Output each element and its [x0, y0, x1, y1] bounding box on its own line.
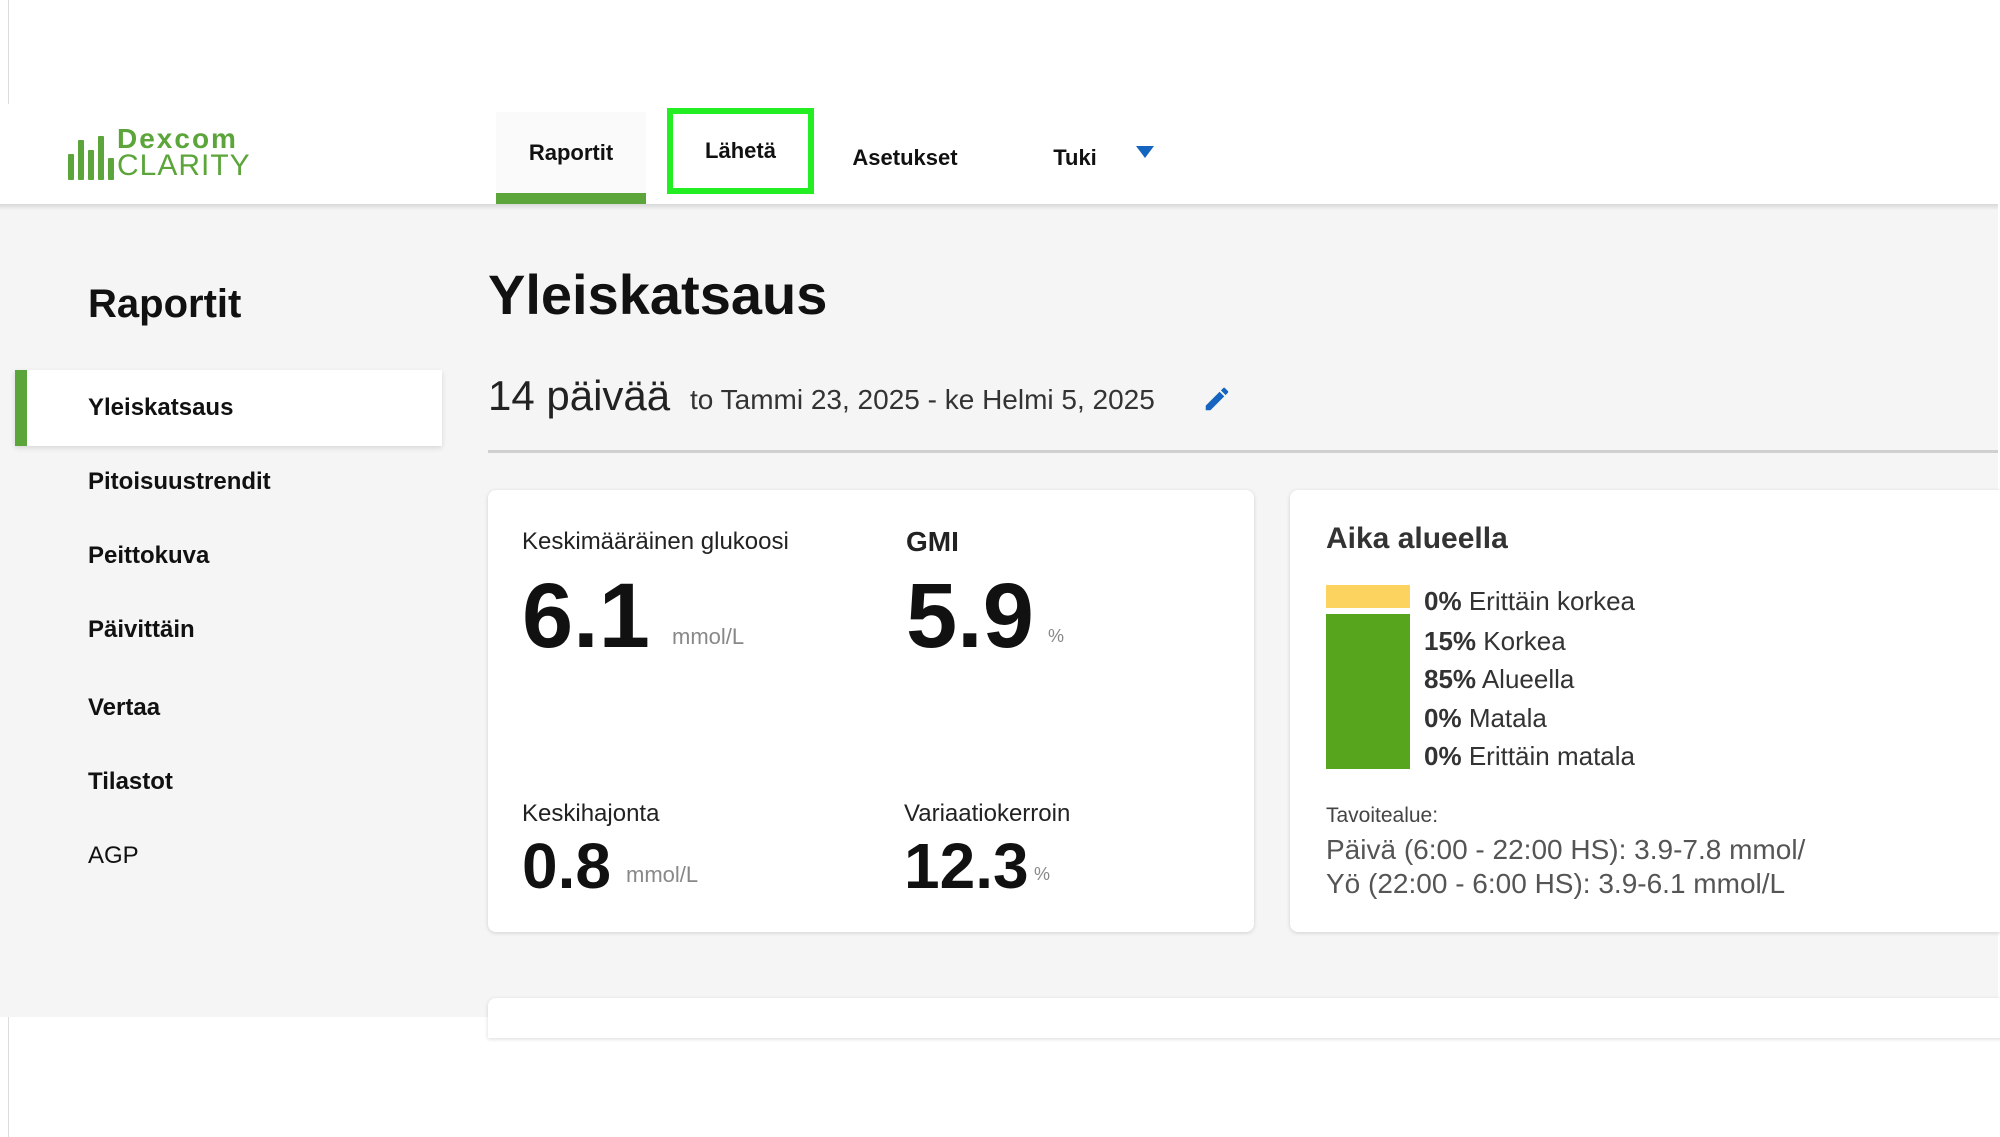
sidebar-item-overlay[interactable]: Peittokuva	[88, 542, 209, 570]
sidebar-item-daily[interactable]: Päivittäin	[88, 616, 195, 644]
tir-percent: 0%	[1424, 741, 1462, 771]
tab-settings[interactable]: Asetukset	[840, 112, 970, 204]
cv-value: 12.3	[904, 830, 1029, 902]
sidebar-title: Raportit	[88, 282, 242, 326]
tab-send[interactable]: Lähetä	[667, 108, 814, 194]
tir-percent: 15%	[1424, 626, 1477, 656]
cv-unit: %	[1034, 864, 1051, 884]
tir-row-very-high: 0% Erittäin korkea	[1424, 586, 1635, 617]
time-in-range-title: Aika alueella	[1326, 522, 1508, 555]
tab-reports[interactable]: Raportit	[496, 112, 646, 204]
cv-label: Variaatiokerroin	[904, 800, 1071, 827]
time-in-range-card: Aika alueella 0% Erittäin korkea 15% Kor…	[1290, 490, 2000, 932]
logo-text-clarity: CLARITY	[117, 149, 251, 182]
divider	[488, 450, 1998, 453]
period-days: 14 päivää	[488, 372, 671, 419]
sidebar-item-trends[interactable]: Pitoisuustrendit	[88, 468, 271, 496]
std-deviation-value: 0.8	[522, 830, 611, 902]
avg-glucose-unit: mmol/L	[672, 624, 745, 649]
std-deviation-label: Keskihajonta	[522, 800, 660, 827]
tir-label: Erittäin matala	[1468, 741, 1635, 771]
next-report-card	[488, 998, 2000, 1038]
sidebar-item-statistics[interactable]: Tilastot	[88, 768, 173, 796]
tir-row-high: 15% Korkea	[1424, 626, 1566, 657]
dexcom-clarity-logo[interactable]: Dexcom CLARITY	[68, 124, 251, 182]
tir-bar-high-segment	[1326, 585, 1410, 608]
gmi-value: 5.9	[906, 565, 1034, 667]
tir-label: Korkea	[1483, 626, 1566, 656]
sidebar-item-agp[interactable]: AGP	[88, 842, 139, 870]
logo-bar	[108, 158, 114, 180]
gmi-unit: %	[1048, 626, 1065, 646]
tir-bar-in-range-segment	[1326, 614, 1410, 769]
tir-percent: 0%	[1424, 586, 1462, 616]
page-title: Yleiskatsaus	[488, 263, 828, 326]
tab-support[interactable]: Tuki	[1040, 112, 1110, 204]
logo-bar	[78, 140, 84, 180]
top-navigation-bar	[0, 104, 1998, 204]
logo-bar	[98, 136, 104, 180]
tir-row-very-low: 0% Erittäin matala	[1424, 741, 1635, 772]
window-left-edge	[0, 0, 9, 104]
target-range-day: Päivä (6:00 - 22:00 HS): 3.9-7.8 mmol/	[1326, 834, 1806, 865]
glucose-stats-card: Keskimääräinen glukoosi 6.1 mmol/L GMI 5…	[488, 490, 1254, 932]
avg-glucose-value: 6.1	[522, 565, 650, 667]
avg-glucose-label: Keskimääräinen glukoosi	[522, 528, 789, 555]
target-range-label: Tavoitealue:	[1326, 804, 1439, 827]
tir-row-low: 0% Matala	[1424, 703, 1547, 734]
tir-percent: 85%	[1424, 664, 1477, 694]
std-deviation-unit: mmol/L	[626, 862, 699, 887]
sidebar-item-compare[interactable]: Vertaa	[88, 694, 160, 722]
gmi-label: GMI	[906, 526, 959, 557]
logo-bar	[68, 154, 74, 180]
target-range-night: Yö (22:00 - 6:00 HS): 3.9-6.1 mmol/L	[1326, 868, 1786, 899]
tir-row-in-range: 85% Alueella	[1424, 664, 1574, 695]
sidebar-item-overview[interactable]: Yleiskatsaus	[15, 370, 442, 446]
sidebar-item-label: Yleiskatsaus	[88, 394, 234, 421]
active-indicator	[15, 370, 27, 446]
pencil-edit-icon[interactable]	[1202, 384, 1232, 414]
logo-bar	[88, 150, 94, 180]
period-date-range: to Tammi 23, 2025 - ke Helmi 5, 2025	[690, 384, 1155, 415]
window-left-edge-bottom	[0, 1017, 9, 1137]
chevron-down-icon[interactable]	[1136, 146, 1154, 158]
tir-label: Alueella	[1481, 664, 1575, 694]
tir-percent: 0%	[1424, 703, 1462, 733]
tir-label: Matala	[1468, 703, 1547, 733]
tir-label: Erittäin korkea	[1468, 586, 1635, 616]
